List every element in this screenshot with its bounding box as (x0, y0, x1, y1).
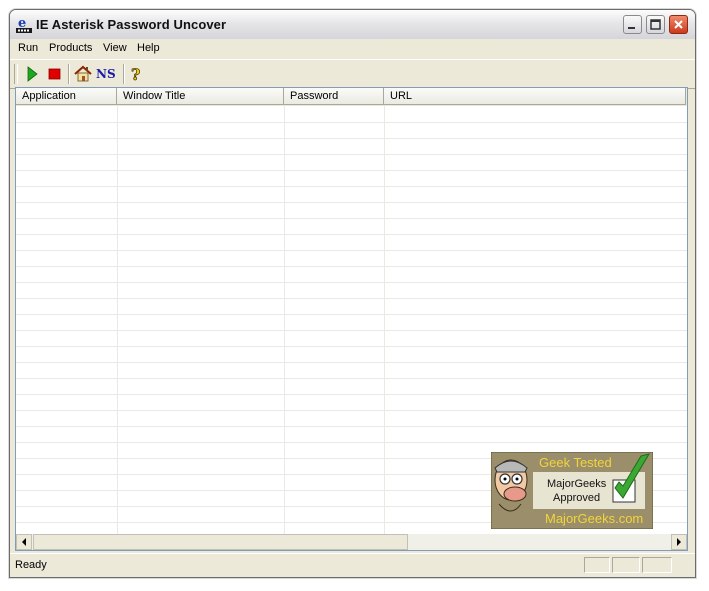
svg-text:e: e (18, 16, 26, 31)
menu-products[interactable]: Products (49, 42, 92, 54)
status-bar: Ready (10, 553, 695, 576)
app-icon: e (16, 16, 32, 33)
svg-text:MajorGeeks: MajorGeeks (547, 478, 607, 490)
scroll-thumb[interactable] (33, 534, 408, 550)
majorgeeks-badge: Geek Tested MajorGeeks Approved MajorGee… (490, 451, 654, 530)
menu-view[interactable]: View (103, 42, 127, 54)
home-icon (74, 65, 92, 82)
minimize-icon (628, 27, 635, 29)
run-button[interactable] (22, 64, 42, 84)
svg-text:MajorGeeks.com: MajorGeeks.com (545, 511, 643, 526)
status-panel (612, 557, 640, 573)
maximize-icon (650, 19, 661, 30)
column-header-application[interactable]: Application (16, 88, 117, 105)
column-header-window-title[interactable]: Window Title (117, 88, 284, 105)
grid-column-line (384, 106, 385, 534)
minimize-button[interactable] (623, 15, 642, 34)
title-bar[interactable]: e IE Asterisk Password Uncover (10, 10, 695, 40)
toolbar: NS ? (10, 59, 695, 89)
status-panel (642, 557, 672, 573)
status-panel (584, 557, 610, 573)
scroll-left-button[interactable] (16, 534, 32, 550)
majorgeeks-badge-image: Geek Tested MajorGeeks Approved MajorGee… (490, 451, 654, 530)
arrow-right-icon (677, 538, 681, 546)
status-text: Ready (15, 559, 47, 571)
close-icon (674, 20, 683, 29)
arrow-left-icon (22, 538, 26, 546)
scroll-right-button[interactable] (671, 534, 687, 550)
toolbar-grip[interactable] (14, 64, 18, 84)
grid-column-line (117, 106, 118, 534)
stop-icon (48, 68, 61, 80)
play-icon (27, 66, 38, 82)
menu-help[interactable]: Help (137, 42, 160, 54)
ns-icon: NS (96, 67, 116, 81)
grid-column-line (284, 106, 285, 534)
ns-button[interactable]: NS (96, 64, 120, 84)
column-header-url[interactable]: URL (384, 88, 686, 105)
menu-bar: Run Products View Help (10, 39, 695, 59)
horizontal-scrollbar[interactable] (16, 534, 687, 550)
close-button[interactable] (669, 15, 688, 34)
window-title: IE Asterisk Password Uncover (36, 17, 227, 32)
menu-run[interactable]: Run (18, 42, 38, 54)
toolbar-separator (68, 64, 70, 84)
help-button[interactable]: ? (127, 64, 147, 85)
svg-text:?: ? (131, 65, 140, 84)
svg-text:Geek Tested: Geek Tested (539, 455, 612, 470)
list-header: Application Window Title Password URL (16, 88, 687, 106)
maximize-button[interactable] (646, 15, 665, 34)
home-button[interactable] (73, 64, 93, 84)
toolbar-separator (123, 64, 125, 84)
help-icon: ? (131, 65, 141, 85)
svg-text:Approved: Approved (553, 492, 600, 504)
stop-button[interactable] (44, 64, 64, 84)
column-header-password[interactable]: Password (284, 88, 384, 105)
